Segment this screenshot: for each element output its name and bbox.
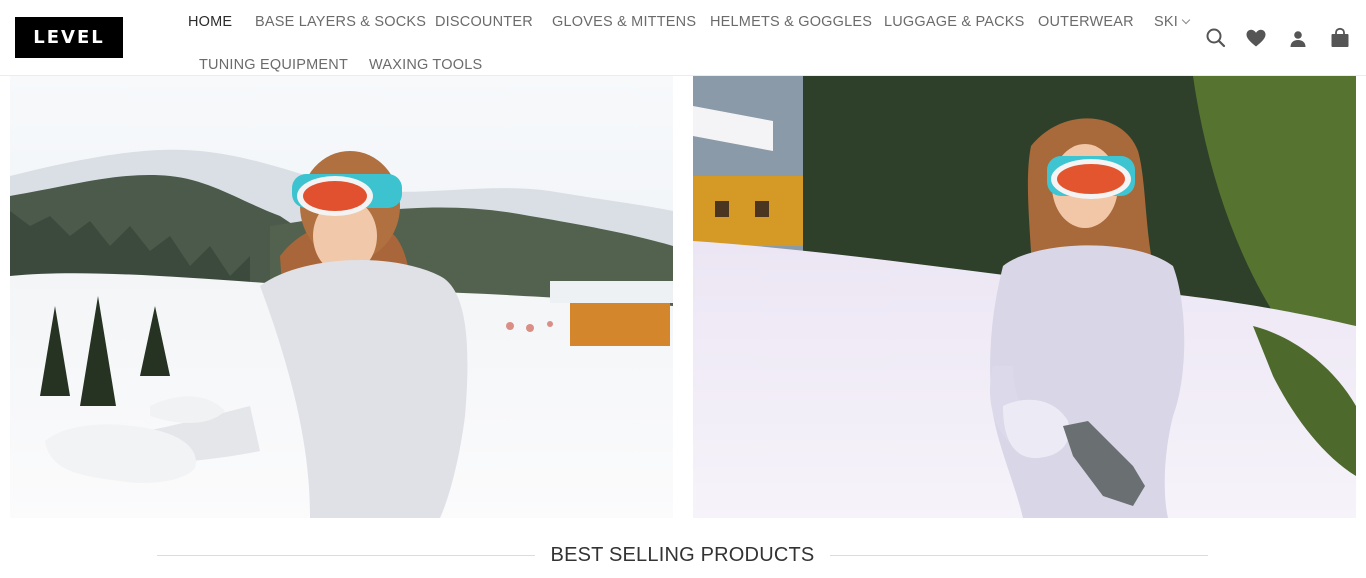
shopping-bag-icon[interactable] — [1328, 26, 1352, 50]
title-divider-right — [830, 554, 1208, 556]
site-header: LEVEL HOME BASE LAYERS & SOCKS DISCOUNTE… — [0, 0, 1366, 76]
nav-item-home[interactable]: HOME — [188, 13, 232, 31]
search-icon[interactable] — [1204, 26, 1228, 50]
nav-item-ski[interactable]: SKI — [1154, 13, 1191, 31]
banner-left-photo — [10, 76, 673, 518]
main-nav: HOME BASE LAYERS & SOCKS DISCOUNTER GLOV… — [177, 0, 1197, 76]
nav-item-discounter[interactable]: DISCOUNTER — [435, 13, 533, 31]
heart-icon[interactable] — [1244, 26, 1268, 50]
nav-item-base-layers-socks[interactable]: BASE LAYERS & SOCKS — [255, 13, 426, 31]
chevron-down-icon — [1181, 15, 1191, 25]
best-selling-section-title: BEST SELLING PRODUCTS — [157, 540, 1208, 570]
nav-item-waxing-tools[interactable]: WAXING TOOLS — [369, 56, 482, 74]
logo-text: LEVEL — [33, 27, 105, 48]
nav-item-helmets-goggles[interactable]: HELMETS & GOGGLES — [710, 13, 872, 31]
user-icon[interactable] — [1286, 26, 1310, 50]
title-divider-left — [157, 554, 535, 556]
nav-item-luggage-packs[interactable]: LUGGAGE & PACKS — [884, 13, 1025, 31]
nav-item-outerwear[interactable]: OUTERWEAR — [1038, 13, 1134, 31]
nav-item-gloves-mittens[interactable]: GLOVES & MITTENS — [552, 13, 696, 31]
nav-item-tuning-equipment[interactable]: TUNING EQUIPMENT — [199, 56, 348, 74]
banner-left[interactable] — [10, 76, 673, 518]
banner-right[interactable] — [693, 76, 1356, 518]
section-heading: BEST SELLING PRODUCTS — [550, 543, 815, 566]
site-logo[interactable]: LEVEL — [15, 17, 123, 58]
banner-right-photo — [693, 76, 1356, 518]
